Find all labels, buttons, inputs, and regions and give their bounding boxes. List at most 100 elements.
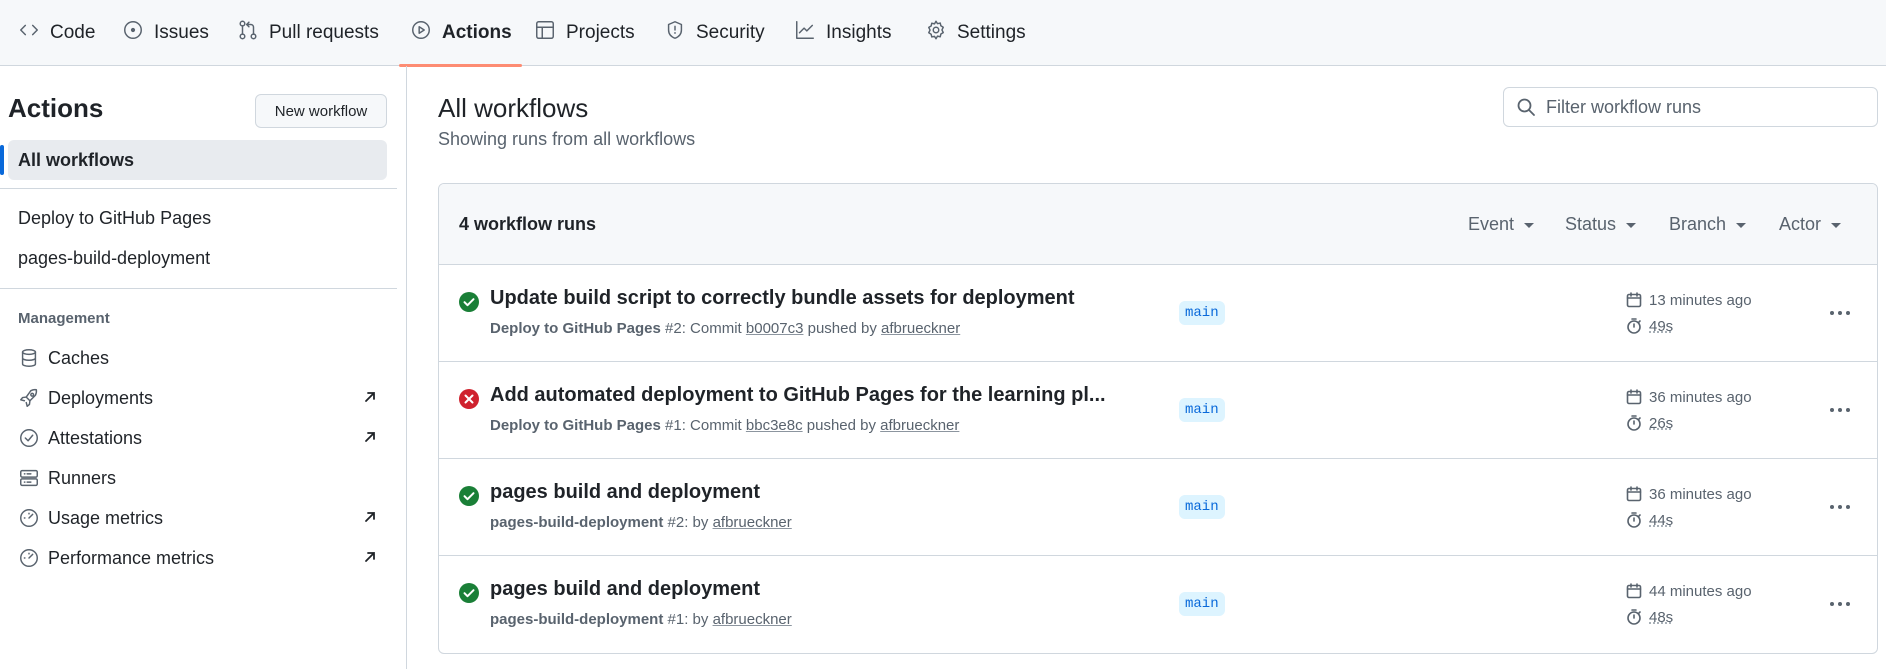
selected-marker — [0, 145, 4, 175]
actor-link[interactable]: afbrueckner — [881, 320, 960, 337]
issue-icon — [122, 19, 154, 47]
tab-code[interactable]: Code — [18, 0, 95, 66]
stopwatch-icon — [1625, 511, 1643, 529]
run-commit-prefix: : Commit — [681, 320, 746, 337]
run-workflow-name: Deploy to GitHub Pages — [490, 417, 661, 434]
shield-icon — [664, 19, 696, 47]
server-icon — [18, 467, 40, 489]
branch-filter-dropdown[interactable]: Branch — [1669, 214, 1747, 235]
sidebar-workflow-deploy[interactable]: Deploy to GitHub Pages — [18, 208, 211, 229]
external-link-icon — [362, 389, 378, 405]
tab-security[interactable]: Security — [664, 0, 765, 66]
run-workflow-name: pages-build-deployment — [490, 611, 664, 628]
sidebar-item-attestations[interactable]: Attestations — [18, 423, 378, 453]
run-meta: Deploy to GitHub Pages #1: Commit bbc3e8… — [490, 417, 959, 434]
run-duration: 48s — [1625, 608, 1673, 626]
run-title[interactable]: Add automated deployment to GitHub Pages… — [490, 384, 1106, 407]
workflow-run-row[interactable]: Add automated deployment to GitHub Pages… — [439, 362, 1877, 459]
run-menu-button[interactable] — [1825, 492, 1855, 522]
workflow-run-row[interactable]: pages build and deployment pages-build-d… — [439, 556, 1877, 653]
sidebar-item-caches[interactable]: Caches — [18, 343, 378, 373]
run-duration: 26s — [1625, 414, 1673, 432]
event-filter-dropdown[interactable]: Event — [1468, 214, 1535, 235]
run-timestamp: 36 minutes ago — [1625, 485, 1752, 503]
play-icon — [410, 19, 442, 47]
run-number: #2 — [667, 514, 685, 531]
calendar-icon — [1625, 291, 1643, 309]
sidebar-item-all-workflows[interactable]: All workflows — [8, 140, 387, 180]
branch-label[interactable]: main — [1179, 301, 1225, 325]
run-duration: 49s — [1625, 317, 1673, 335]
tab-settings[interactable]: Settings — [925, 0, 1026, 66]
tab-pull-requests[interactable]: Pull requests — [237, 0, 379, 66]
run-by-text: : by — [684, 611, 713, 628]
external-link-icon — [362, 549, 378, 565]
commit-link[interactable]: b0007c3 — [746, 320, 804, 337]
branch-label[interactable]: main — [1179, 495, 1225, 519]
graph-icon — [794, 19, 826, 47]
meter-icon — [18, 547, 40, 569]
tab-actions[interactable]: Actions — [399, 0, 522, 67]
pushed-by-text: pushed by — [802, 417, 881, 434]
run-menu-button[interactable] — [1825, 298, 1855, 328]
run-when: 36 minutes ago — [1649, 388, 1752, 406]
status-filter-label: Status — [1565, 214, 1617, 234]
run-menu-button[interactable] — [1825, 395, 1855, 425]
tab-security-label: Security — [696, 22, 765, 43]
filter-runs-input[interactable] — [1546, 96, 1866, 118]
run-when: 36 minutes ago — [1649, 485, 1752, 503]
sidebar-workflow-pages-build[interactable]: pages-build-deployment — [18, 248, 210, 269]
workflow-runs-list: 4 workflow runs Event Status Branch Acto… — [438, 183, 1878, 654]
search-icon — [1516, 97, 1536, 117]
tab-issues[interactable]: Issues — [122, 0, 209, 66]
run-title[interactable]: Update build script to correctly bundle … — [490, 287, 1075, 310]
stopwatch-icon — [1625, 317, 1643, 335]
run-title[interactable]: pages build and deployment — [490, 481, 760, 504]
caret-down-icon — [1524, 223, 1535, 228]
workflow-run-row[interactable]: Update build script to correctly bundle … — [439, 265, 1877, 362]
workflow-run-row[interactable]: pages build and deployment pages-build-d… — [439, 459, 1877, 556]
tab-projects-label: Projects — [566, 22, 635, 43]
actor-link[interactable]: afbrueckner — [713, 611, 792, 628]
tab-insights-label: Insights — [826, 22, 892, 43]
success-check-icon — [459, 583, 479, 603]
run-menu-button[interactable] — [1825, 589, 1855, 619]
new-workflow-button[interactable]: New workflow — [255, 94, 387, 128]
run-meta: pages-build-deployment #2: by afbrueckne… — [490, 514, 792, 531]
sidebar-item-deployments[interactable]: Deployments — [18, 383, 378, 413]
caret-down-icon — [1626, 223, 1637, 228]
performance-metrics-label: Performance metrics — [48, 547, 215, 568]
tab-insights[interactable]: Insights — [794, 0, 891, 66]
commit-link[interactable]: bbc3e8c — [746, 417, 803, 434]
repo-nav: Code Issues Pull requests Actions Projec… — [0, 0, 1886, 67]
sidebar-item-performance-metrics[interactable]: Performance metrics — [18, 543, 378, 573]
sidebar-item-runners[interactable]: Runners — [18, 463, 378, 493]
run-number: #1 — [665, 417, 682, 434]
sidebar-title: Actions — [8, 93, 104, 123]
actor-filter-dropdown[interactable]: Actor — [1779, 214, 1842, 235]
table-icon — [534, 19, 566, 47]
run-when: 13 minutes ago — [1649, 291, 1752, 309]
tab-projects[interactable]: Projects — [534, 0, 635, 66]
actor-link[interactable]: afbrueckner — [713, 514, 792, 531]
branch-label[interactable]: main — [1179, 398, 1225, 422]
sidebar-item-usage-metrics[interactable]: Usage metrics — [18, 503, 378, 533]
calendar-icon — [1625, 485, 1643, 503]
run-number: #2 — [665, 320, 682, 337]
run-by-text: : by — [684, 514, 713, 531]
runs-list-header: 4 workflow runs Event Status Branch Acto… — [439, 184, 1877, 265]
actor-link[interactable]: afbrueckner — [880, 417, 959, 434]
branch-filter-label: Branch — [1669, 214, 1727, 234]
page-subtitle: Showing runs from all workflows — [438, 129, 696, 149]
branch-label[interactable]: main — [1179, 592, 1225, 616]
run-duration-value: 48s — [1649, 608, 1674, 626]
status-filter-dropdown[interactable]: Status — [1565, 214, 1637, 235]
run-title[interactable]: pages build and deployment — [490, 578, 760, 601]
success-check-icon — [459, 292, 479, 312]
run-workflow-name: pages-build-deployment — [490, 514, 664, 531]
filter-runs-field[interactable] — [1503, 87, 1878, 127]
caches-label: Caches — [48, 347, 110, 368]
success-check-icon — [459, 486, 479, 506]
management-heading: Management — [18, 310, 110, 327]
run-duration-value: 49s — [1649, 317, 1674, 335]
